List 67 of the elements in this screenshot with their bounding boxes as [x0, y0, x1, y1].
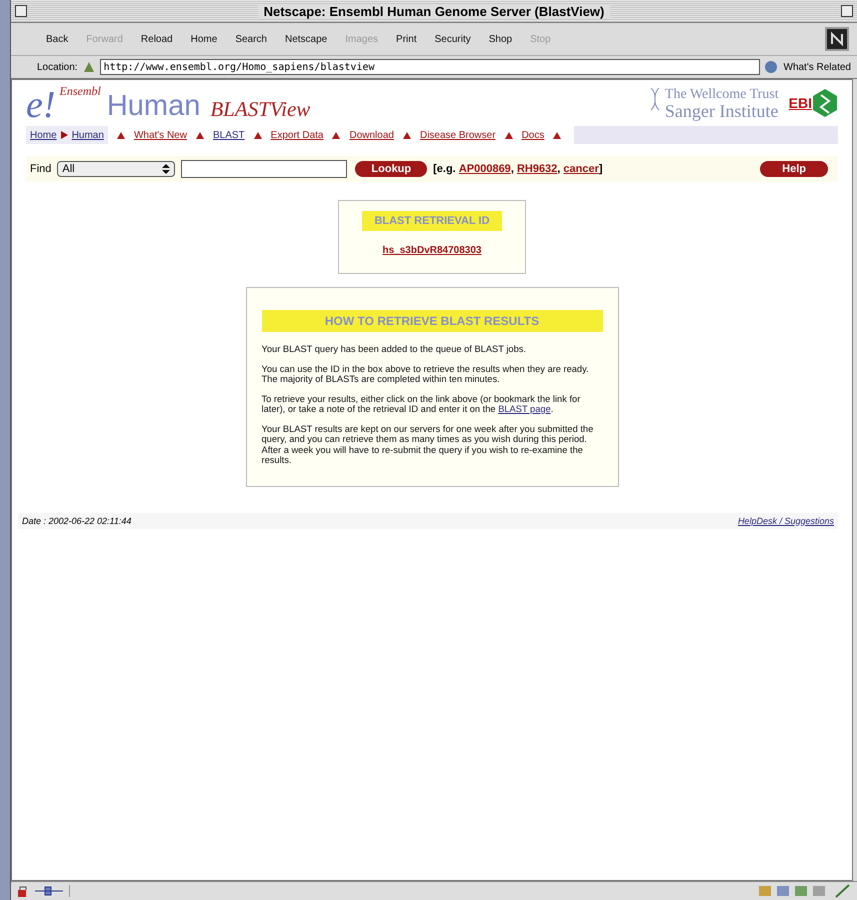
find-select[interactable]: All — [57, 161, 176, 177]
toolbar-button[interactable]: Print — [387, 34, 426, 44]
sanger-line: Sanger Institute — [664, 103, 779, 119]
panel-heading: BLAST RETRIEVAL ID — [362, 211, 502, 231]
window-title: Netscape: Ensembl Human Genome Server (BlastView) — [258, 4, 610, 18]
toolbar-button[interactable]: Netscape — [276, 34, 336, 44]
triangle-icon — [196, 132, 204, 138]
ebi-link[interactable]: EBI — [788, 95, 812, 111]
pen-icon[interactable] — [835, 884, 851, 898]
retrieval-id-link[interactable]: hs_s3bDvR84708303 — [382, 245, 482, 256]
comma: , — [557, 163, 562, 175]
triangle-icon — [116, 132, 125, 138]
sanger-line: The Wellcome Trust — [664, 87, 779, 103]
toolbar-button[interactable]: Security — [426, 34, 480, 44]
find-label: Find — [30, 163, 52, 175]
arrow-icon — [60, 131, 68, 139]
toolbar-button[interactable]: Back — [37, 34, 78, 44]
logo-name: Ensembl — [60, 84, 101, 99]
example-link[interactable]: cancer — [563, 163, 599, 175]
paragraph: Your BLAST query has been added to the queue of BLAST jobs. — [262, 344, 527, 354]
nav-link[interactable]: Export Data — [270, 130, 324, 140]
nav-link[interactable]: What's New — [134, 130, 187, 140]
nav-link[interactable]: Docs — [522, 130, 544, 140]
netscape-logo-icon — [825, 27, 849, 51]
triangle-icon — [504, 132, 513, 138]
examples-label: [e.g. — [433, 163, 457, 175]
toolbar-button[interactable]: Reload — [132, 34, 182, 44]
whats-related-button[interactable]: What's Related — [784, 62, 851, 72]
breadcrumb-link[interactable]: Human — [72, 130, 104, 140]
species-title: Human — [106, 90, 200, 122]
toolbar-button[interactable]: Search — [226, 34, 276, 44]
plug-icon — [35, 886, 63, 896]
location-label: Location: — [37, 62, 78, 72]
bookmark-icon[interactable] — [82, 60, 96, 74]
lookup-button[interactable]: Lookup — [355, 161, 428, 177]
toolbar-button[interactable]: Shop — [480, 34, 522, 44]
toolbar-button[interactable]: Home — [182, 34, 226, 44]
example-link[interactable]: RH9632 — [516, 163, 558, 175]
view-title: BLASTView — [210, 97, 310, 122]
triangle-icon — [553, 132, 562, 138]
globe-icon — [764, 60, 780, 74]
logo-mark: e! — [26, 88, 56, 122]
nav-link[interactable]: Disease Browser — [420, 130, 496, 140]
search-field[interactable] — [181, 160, 348, 178]
bracket: ] — [598, 163, 603, 175]
up-down-arrows-icon — [162, 164, 170, 174]
example-link[interactable]: AP000869 — [458, 163, 511, 175]
location-field[interactable]: http://www.ensembl.org/Homo_sapiens/blastview — [100, 59, 760, 75]
paragraph: You can use the ID in the box above to retrieve the results when they are ready. The majority of BLASTs are completed within ten minutes. — [262, 364, 590, 384]
blast-page-link[interactable]: BLAST page — [498, 404, 551, 414]
lock-icon — [17, 885, 29, 897]
nav-link[interactable]: Download — [349, 130, 394, 140]
triangle-icon — [332, 132, 340, 138]
comma: , — [510, 163, 515, 175]
triangle-icon — [402, 132, 411, 138]
helpdesk-link[interactable]: HelpDesk / Suggestions — [738, 516, 834, 526]
panel-heading: HOW TO RETRIEVE BLAST RESULTS — [262, 310, 602, 332]
close-box[interactable] — [15, 5, 27, 17]
help-button[interactable]: Help — [760, 161, 828, 177]
triangle-icon — [254, 132, 262, 138]
paragraph: Your BLAST results are kept on our servers for one week after you submitted the query, and you can retrieve them as many times as you wish during this period. After a week you will have to re-submit the query if you wish to re-examine the results. — [262, 424, 594, 466]
breadcrumb-link[interactable]: Home — [30, 130, 57, 140]
nav-link[interactable]: BLAST — [212, 130, 245, 140]
paragraph: To retrieve your results, either click on the link above (or bookmark the link for later), or take a note of the retrieval ID and enter it on the BLAST page. — [262, 394, 582, 414]
zoom-box[interactable] — [841, 5, 853, 17]
date-text: Date : 2002-06-22 02:11:44 — [22, 516, 132, 526]
ebi-logo-icon — [812, 88, 838, 118]
